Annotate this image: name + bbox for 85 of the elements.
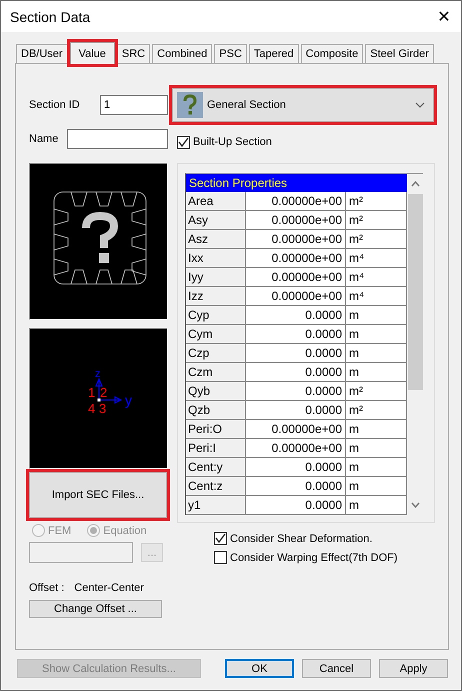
caret-icon [415, 102, 425, 108]
table-cell: Asy [186, 211, 246, 230]
table-cell: m² [346, 382, 407, 401]
table-cell: 0.00000e+00 [246, 211, 346, 230]
table-cell: Iyy [186, 268, 246, 287]
table-cell: Cym [186, 325, 246, 344]
table-cell: m² [346, 211, 407, 230]
table-cell: m [346, 344, 407, 363]
offset-label: Offset : [29, 582, 64, 594]
table-cell: m² [346, 192, 407, 211]
tab[interactable]: Steel Girder [365, 44, 434, 63]
table-cell: 0.0000 [246, 325, 346, 344]
table-cell: m [346, 325, 407, 344]
table-cell: m [346, 439, 407, 458]
table-cell: m [346, 306, 407, 325]
table-cell: 0.00000e+00 [246, 192, 346, 211]
table-cell: Qyb [186, 382, 246, 401]
table-cell: Izz [186, 287, 246, 306]
table-cell: Peri:I [186, 439, 246, 458]
built-up-checkbox[interactable]: Built-Up Section [177, 136, 272, 148]
table-cell: m [346, 477, 407, 496]
window-title: Section Data [10, 8, 90, 24]
table-cell: m⁴ [346, 249, 407, 268]
table-cell: 0.0000 [246, 382, 346, 401]
table-cell: 0.0000 [246, 401, 346, 420]
table-cell: y1 [186, 496, 246, 515]
tab[interactable]: Value [70, 42, 115, 64]
close-button[interactable]: ✕ [429, 7, 459, 26]
table-cell: 0.0000 [246, 306, 346, 325]
table-cell: Area [186, 192, 246, 211]
section-type-dropdown[interactable]: General Section [172, 88, 434, 122]
scroll-down-icon[interactable] [410, 502, 420, 508]
table-cell: m [346, 496, 407, 515]
dialog-button[interactable]: Apply [379, 659, 448, 678]
check-icon [215, 533, 226, 544]
table-cell: m⁴ [346, 268, 407, 287]
section-id-field[interactable]: 1 [100, 95, 168, 115]
change-offset-button[interactable]: Change Offset ... [29, 600, 162, 618]
name-field[interactable] [67, 129, 168, 149]
tab[interactable]: Composite [300, 44, 364, 63]
tab[interactable]: Tapered [248, 44, 299, 63]
table-cell: 0.00000e+00 [246, 287, 346, 306]
option-checkbox[interactable]: Consider Warping Effect(7th DOF) [214, 551, 435, 564]
dialog-button[interactable]: OK [225, 659, 294, 678]
tab[interactable]: SRC [116, 44, 150, 63]
dialog-button[interactable]: Cancel [302, 659, 371, 678]
import-button[interactable]: Import SEC Files... [29, 472, 167, 518]
table-cell: m² [346, 230, 407, 249]
table-cell: Czm [186, 363, 246, 382]
table-cell: Asz [186, 230, 246, 249]
table-cell: m² [346, 401, 407, 420]
table-cell: m⁴ [346, 287, 407, 306]
question-icon [177, 92, 203, 118]
option-checkbox[interactable]: Consider Shear Deformation. [214, 532, 435, 545]
section-axes-drawing: z 1 2 y 4 3 [30, 330, 166, 468]
table-cell: Ixx [186, 249, 246, 268]
table-cell: 0.00000e+00 [246, 230, 346, 249]
tab[interactable]: PSC [214, 44, 247, 63]
tab[interactable]: DB/User [16, 44, 68, 63]
field-label: Section ID [29, 99, 81, 111]
table-cell: m [346, 363, 407, 382]
table-cell: Peri:O [186, 420, 246, 439]
table-cell: m [346, 420, 407, 439]
table-cell: 0.00000e+00 [246, 249, 346, 268]
table-cell: 0.0000 [246, 477, 346, 496]
table-cell: Qzb [186, 401, 246, 420]
table-cell: 0.0000 [246, 496, 346, 515]
table-cell: Czp [186, 344, 246, 363]
table-cell: 0.0000 [246, 363, 346, 382]
table-cell: m [346, 458, 407, 477]
table-title: Section Properties [186, 174, 407, 192]
table-cell: 0.0000 [246, 458, 346, 477]
table-cell: 0.0000 [246, 344, 346, 363]
table-cell: Cent:z [186, 477, 246, 496]
table-cell: Cent:y [186, 458, 246, 477]
table-cell: 0.00000e+00 [246, 439, 346, 458]
tab[interactable]: Combined [152, 44, 212, 63]
table-cell: Cyp [186, 306, 246, 325]
table-cell: 0.00000e+00 [246, 268, 346, 287]
table-cell: 0.00000e+00 [246, 420, 346, 439]
check-icon [178, 136, 189, 148]
scroll-up-icon[interactable] [410, 181, 420, 187]
scrollbar-thumb[interactable] [408, 194, 422, 390]
offset-value: Center-Center [74, 582, 144, 594]
field-label: Name [29, 133, 60, 145]
